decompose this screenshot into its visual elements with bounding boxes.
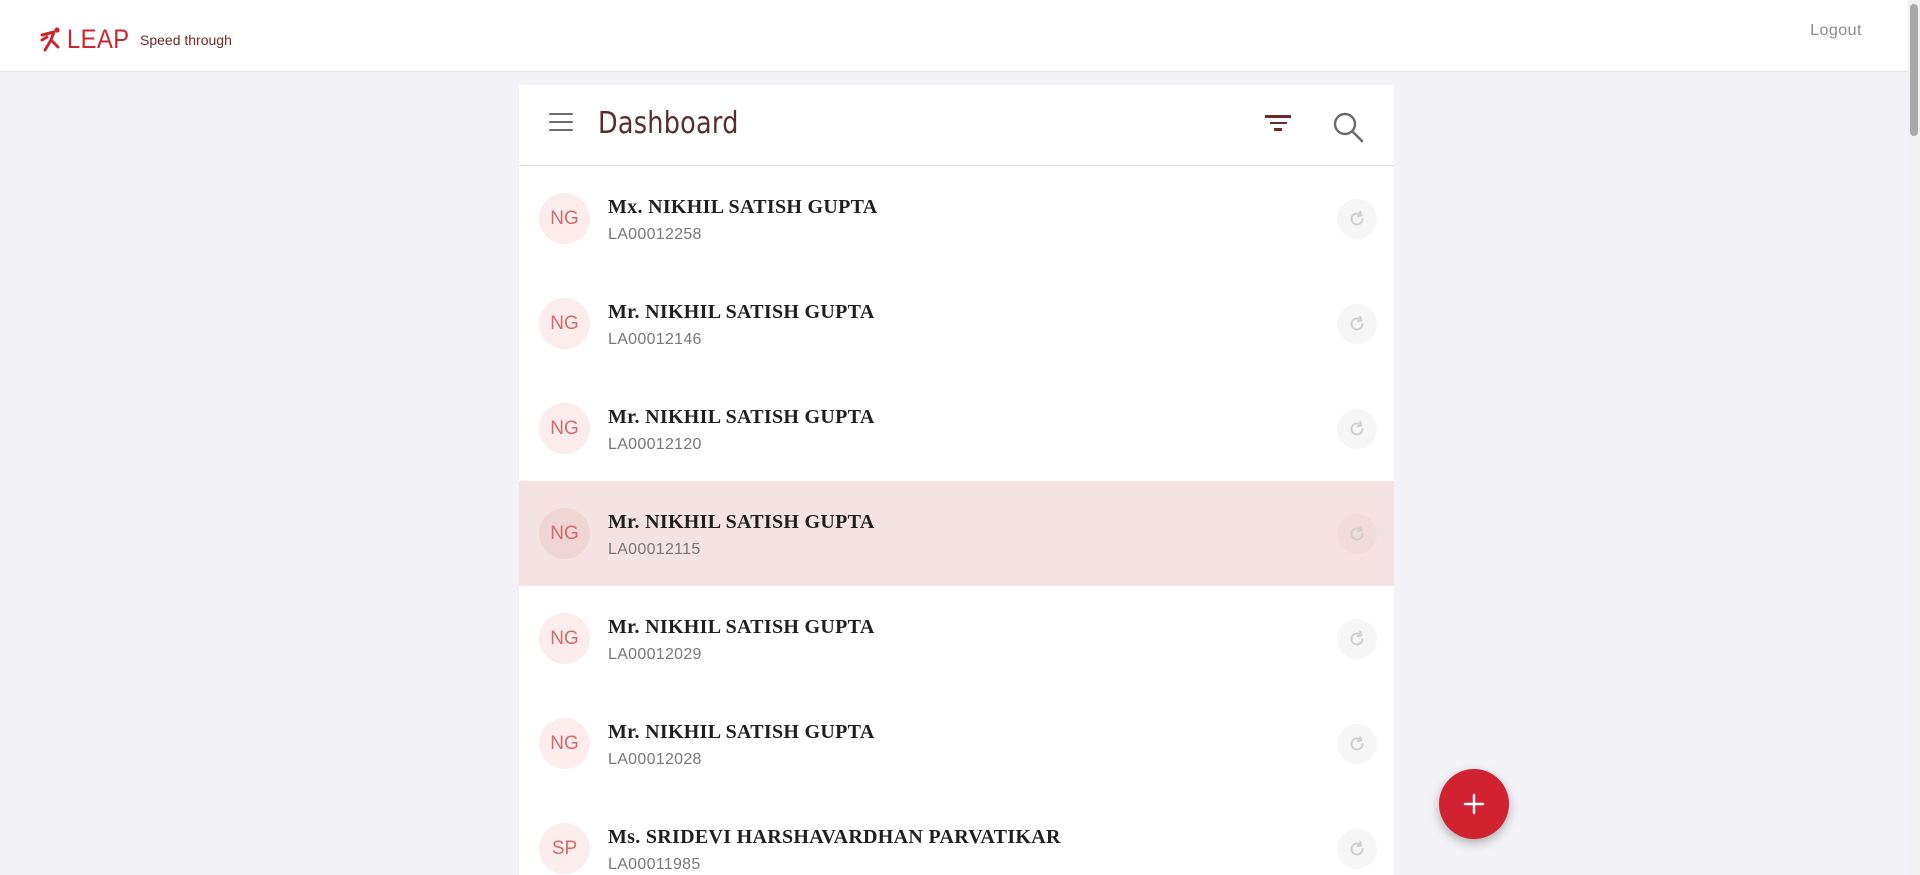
panel-header: Dashboard bbox=[519, 85, 1394, 166]
account-number: LA00011985 bbox=[608, 856, 701, 873]
customer-name: Mr. NIKHIL SATISH GUPTA bbox=[608, 721, 875, 743]
search-icon[interactable] bbox=[1332, 111, 1364, 143]
scrollbar-thumb[interactable] bbox=[1910, 4, 1918, 136]
avatar: SP bbox=[539, 823, 590, 874]
account-number: LA00012029 bbox=[608, 646, 702, 663]
record-list: NG Mx. NIKHIL SATISH GUPTA LA00012258 NG… bbox=[519, 166, 1394, 875]
list-item[interactable]: NG Mr. NIKHIL SATISH GUPTA LA00012146 bbox=[519, 271, 1394, 376]
refresh-icon bbox=[1350, 420, 1364, 436]
customer-name: Mr. NIKHIL SATISH GUPTA bbox=[608, 511, 875, 533]
list-item[interactable]: NG Mr. NIKHIL SATISH GUPTA LA00012028 bbox=[519, 691, 1394, 796]
refresh-button[interactable] bbox=[1337, 304, 1377, 344]
customer-name: Mr. NIKHIL SATISH GUPTA bbox=[608, 406, 875, 428]
hamburger-menu-icon[interactable] bbox=[549, 113, 573, 133]
refresh-icon bbox=[1350, 315, 1364, 331]
avatar: NG bbox=[539, 613, 590, 664]
avatar: NG bbox=[539, 508, 590, 559]
refresh-icon bbox=[1350, 735, 1364, 751]
refresh-button[interactable] bbox=[1337, 829, 1377, 869]
refresh-button[interactable] bbox=[1337, 199, 1377, 239]
account-number: LA00012146 bbox=[608, 331, 702, 348]
customer-name: Mx. NIKHIL SATISH GUPTA bbox=[608, 196, 878, 218]
runner-logo-icon bbox=[40, 26, 60, 51]
refresh-icon bbox=[1350, 840, 1364, 856]
dashboard-panel: Dashboard NG Mx. NIKHIL SATISH GUPTA LA0… bbox=[519, 85, 1394, 875]
page-scrollbar[interactable] bbox=[1908, 0, 1920, 875]
customer-name: Mr. NIKHIL SATISH GUPTA bbox=[608, 616, 875, 638]
refresh-icon bbox=[1350, 630, 1364, 646]
plus-icon bbox=[1463, 793, 1485, 815]
account-number: LA00012258 bbox=[608, 226, 702, 243]
add-record-button[interactable] bbox=[1439, 769, 1509, 839]
brand-logo[interactable]: LEAP bbox=[38, 24, 138, 55]
brand-tagline: Speed through bbox=[140, 32, 232, 48]
refresh-icon bbox=[1350, 210, 1364, 226]
account-number: LA00012120 bbox=[608, 436, 702, 453]
avatar: NG bbox=[539, 403, 590, 454]
refresh-icon bbox=[1350, 525, 1364, 541]
list-item[interactable]: NG Mr. NIKHIL SATISH GUPTA LA00012115 bbox=[519, 481, 1394, 586]
list-item[interactable]: NG Mx. NIKHIL SATISH GUPTA LA00012258 bbox=[519, 166, 1394, 271]
top-bar: LEAP Speed through Logout bbox=[0, 0, 1908, 72]
refresh-button[interactable] bbox=[1337, 619, 1377, 659]
list-item[interactable]: NG Mr. NIKHIL SATISH GUPTA LA00012120 bbox=[519, 376, 1394, 481]
list-item[interactable]: NG Mr. NIKHIL SATISH GUPTA LA00012029 bbox=[519, 586, 1394, 691]
refresh-button[interactable] bbox=[1337, 409, 1377, 449]
avatar: NG bbox=[539, 718, 590, 769]
filter-icon[interactable] bbox=[1265, 115, 1291, 135]
brand-name: LEAP bbox=[67, 24, 130, 54]
page-title: Dashboard bbox=[598, 106, 739, 141]
logout-link[interactable]: Logout bbox=[1810, 22, 1862, 40]
customer-name: Mr. NIKHIL SATISH GUPTA bbox=[608, 301, 875, 323]
refresh-button[interactable] bbox=[1337, 514, 1377, 554]
customer-name: Ms. SRIDEVI HARSHAVARDHAN PARVATIKAR bbox=[608, 826, 1061, 848]
refresh-button[interactable] bbox=[1337, 724, 1377, 764]
avatar: NG bbox=[539, 193, 590, 244]
avatar: NG bbox=[539, 298, 590, 349]
account-number: LA00012115 bbox=[608, 541, 701, 558]
account-number: LA00012028 bbox=[608, 751, 702, 768]
list-item[interactable]: SP Ms. SRIDEVI HARSHAVARDHAN PARVATIKAR … bbox=[519, 796, 1394, 875]
